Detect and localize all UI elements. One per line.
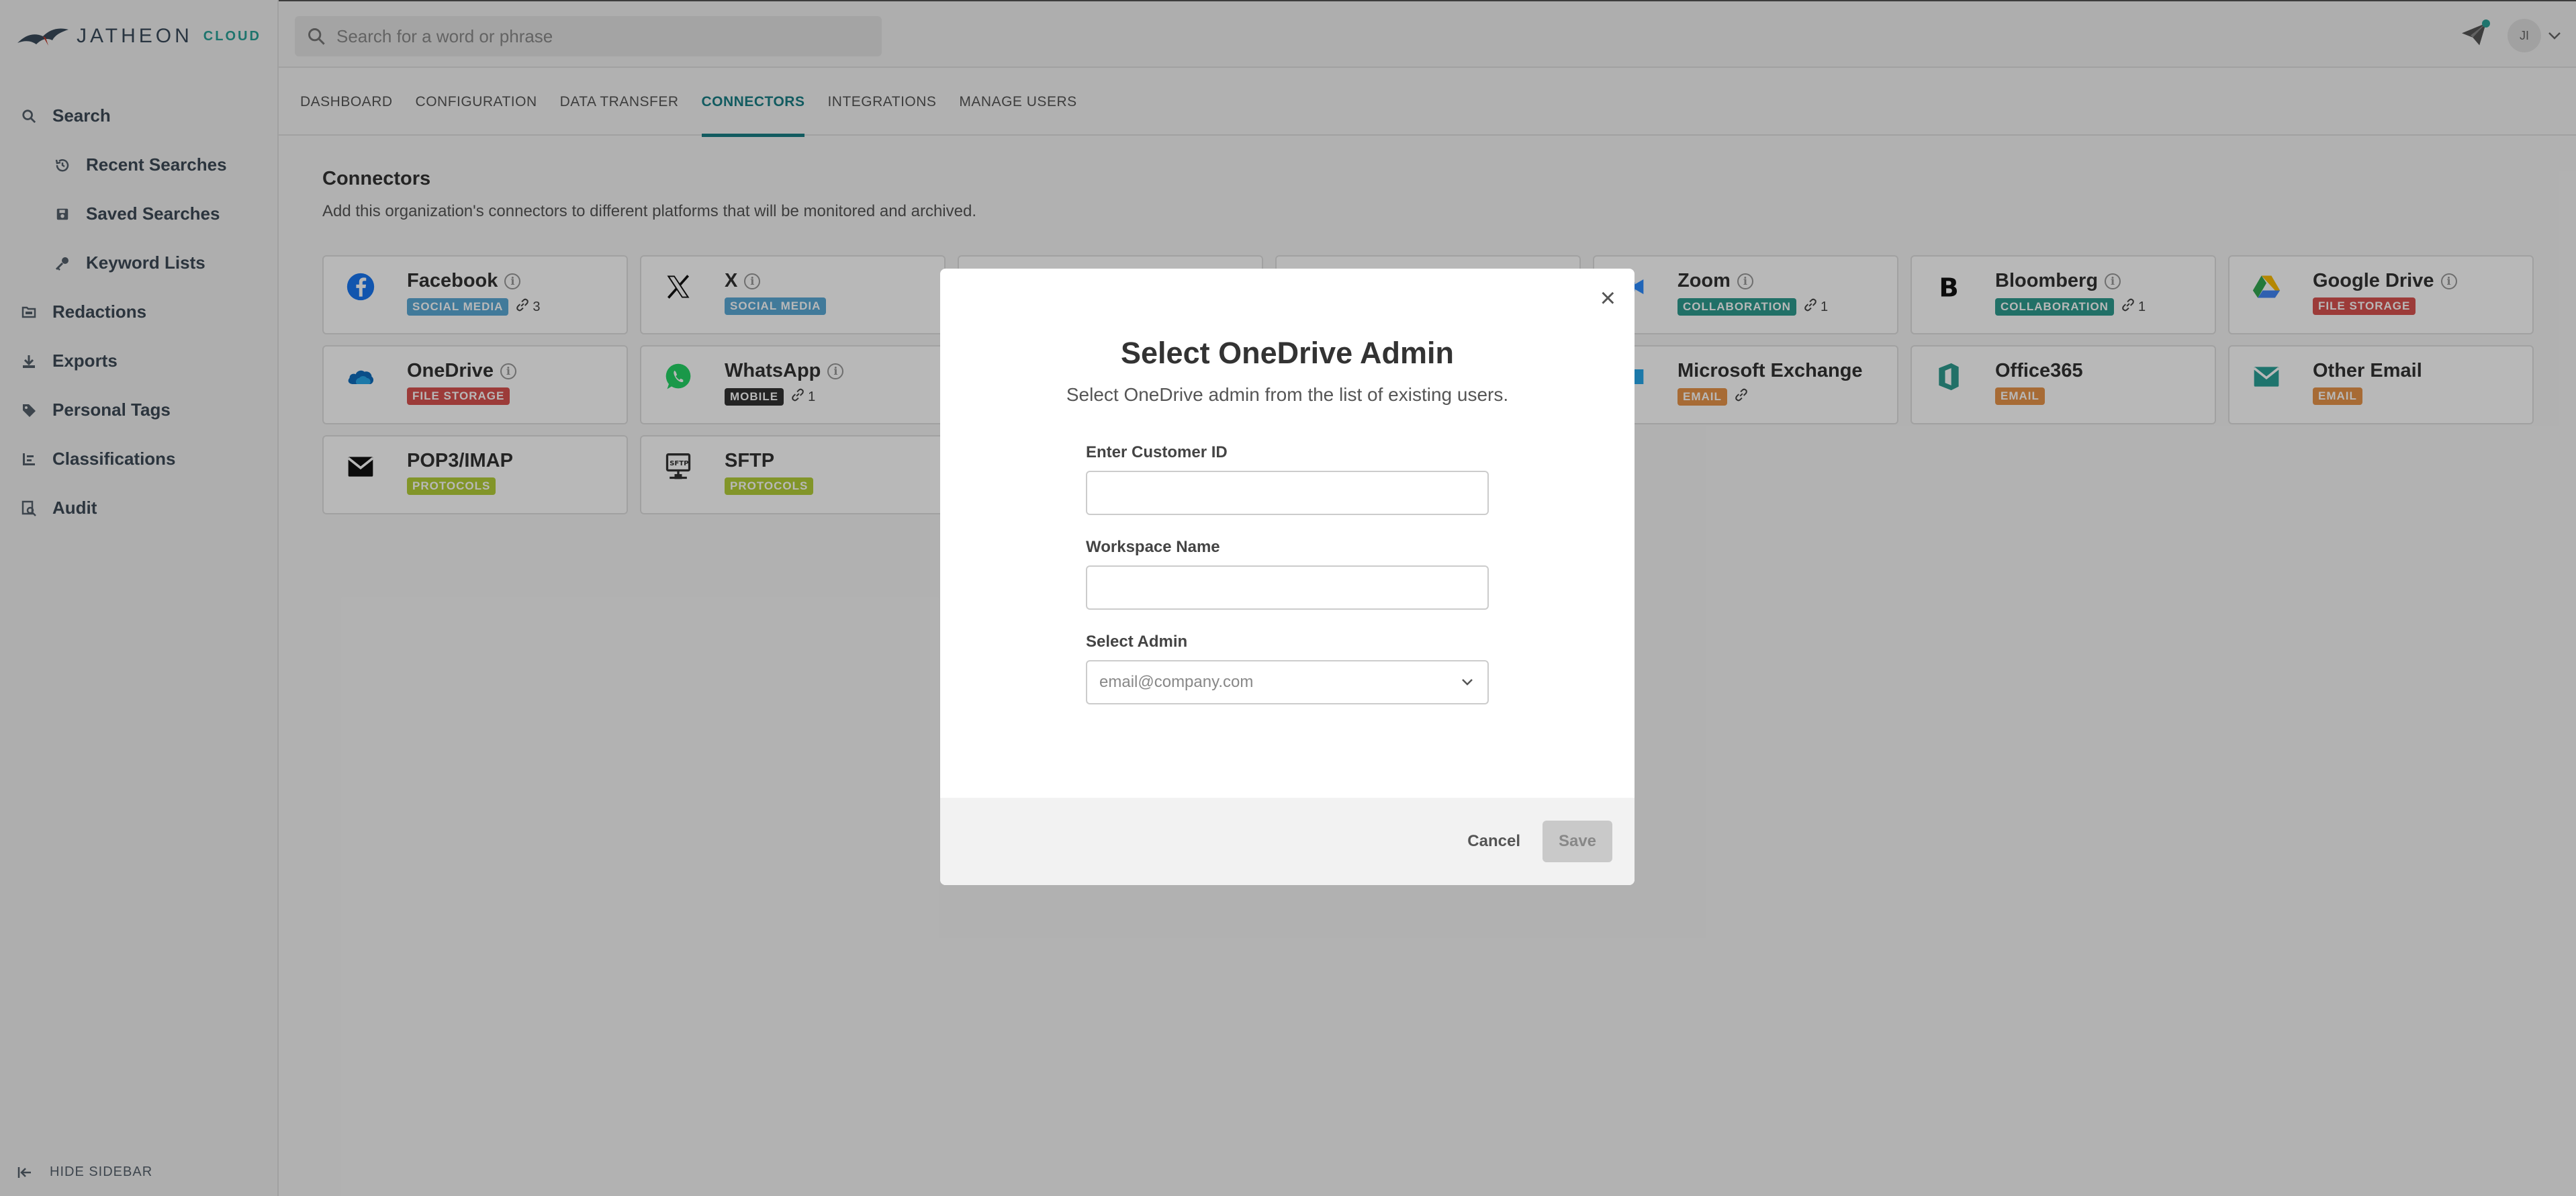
select-admin-placeholder: email@company.com [1099, 673, 1254, 691]
modal-subtitle: Select OneDrive admin from the list of e… [1066, 384, 1509, 405]
workspace-name-input[interactable] [1086, 565, 1489, 610]
select-admin-dropdown[interactable]: email@company.com [1086, 660, 1489, 704]
select-admin-label: Select Admin [1086, 633, 1188, 651]
close-icon[interactable]: × [1600, 283, 1616, 314]
customer-id-label: Enter Customer ID [1086, 443, 1228, 461]
save-button[interactable]: Save [1543, 821, 1612, 862]
cancel-button[interactable]: Cancel [1467, 821, 1520, 862]
chevron-down-icon [1462, 679, 1473, 686]
modal-title: Select OneDrive Admin [1121, 336, 1454, 370]
workspace-name-label: Workspace Name [1086, 538, 1220, 556]
customer-id-input[interactable] [1086, 471, 1489, 515]
select-admin-modal: × Select OneDrive Admin Select OneDrive … [940, 269, 1635, 885]
modal-footer: Cancel Save [940, 798, 1635, 885]
